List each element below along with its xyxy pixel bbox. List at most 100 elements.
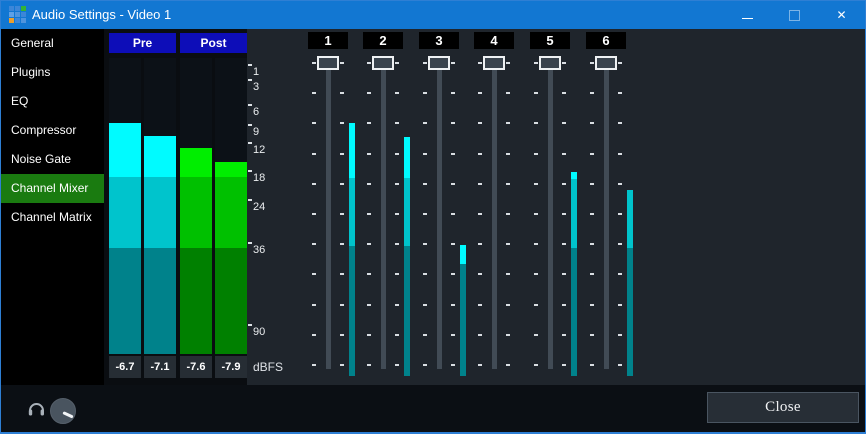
meter-bar-segment — [180, 148, 212, 177]
sidebar-item-eq[interactable]: EQ — [1, 87, 104, 116]
sidebar-item-channel-mixer[interactable]: Channel Mixer — [1, 174, 104, 203]
slider-tick — [506, 122, 510, 124]
logo-square — [21, 6, 26, 11]
slider-tick — [451, 304, 455, 306]
monitor-volume-knob[interactable] — [50, 398, 76, 424]
slider-tick — [506, 92, 510, 94]
channel-slider-track[interactable] — [492, 63, 497, 369]
scale-tick — [248, 124, 252, 126]
slider-tick — [534, 183, 538, 185]
slider-tick — [312, 364, 316, 366]
channel-meter-segment — [571, 172, 577, 179]
slider-tick — [562, 122, 566, 124]
slider-tick — [451, 92, 455, 94]
close-button[interactable]: Close — [707, 392, 859, 423]
slider-tick — [312, 122, 316, 124]
close-window-button[interactable]: ✕ — [818, 1, 865, 29]
channel-slider-handle[interactable] — [372, 56, 394, 70]
slider-tick — [423, 334, 427, 336]
slider-tick — [506, 364, 510, 366]
slider-tick — [590, 183, 594, 185]
slider-tick — [395, 364, 399, 366]
channel-slider-track[interactable] — [548, 63, 553, 369]
meter-value-pre-2: -7.1 — [144, 356, 176, 378]
channel-slider-handle[interactable] — [539, 56, 561, 70]
channel-slider-handle[interactable] — [317, 56, 339, 70]
maximize-button[interactable] — [771, 1, 818, 29]
slider-tick — [534, 122, 538, 124]
channel-header-3: 3 — [419, 32, 459, 49]
slider-tick — [534, 273, 538, 275]
slider-tick — [451, 213, 455, 215]
scale-label: 12 — [253, 143, 265, 157]
meter-bar-segment — [109, 248, 141, 354]
channel-slider-track[interactable] — [326, 63, 331, 369]
channel-header-2: 2 — [363, 32, 403, 49]
sidebar-item-noise-gate[interactable]: Noise Gate — [1, 145, 104, 174]
meter-column-post-2 — [215, 58, 247, 354]
sidebar-item-channel-matrix[interactable]: Channel Matrix — [1, 203, 104, 232]
scale-label: 9 — [253, 125, 259, 139]
slider-tick — [423, 183, 427, 185]
slider-tick — [590, 304, 594, 306]
sidebar-item-plugins[interactable]: Plugins — [1, 58, 104, 87]
slider-tick — [423, 364, 427, 366]
scale-tick — [248, 104, 252, 106]
sidebar-item-general[interactable]: General — [1, 29, 104, 58]
meter-bar-segment — [109, 177, 141, 248]
slider-tick — [367, 153, 371, 155]
slider-tick — [478, 334, 482, 336]
headphones-icon — [28, 401, 45, 416]
logo-square — [15, 12, 20, 17]
slider-tick — [534, 334, 538, 336]
slider-tick — [340, 153, 344, 155]
channel-slider-handle[interactable] — [428, 56, 450, 70]
slider-tick — [590, 243, 594, 245]
logo-square — [15, 6, 20, 11]
slider-tick — [451, 62, 455, 64]
scale-label: 24 — [253, 200, 265, 214]
meter-bar-segment — [215, 162, 247, 177]
channel-slider-handle[interactable] — [483, 56, 505, 70]
scale-label: 1 — [253, 65, 259, 79]
slider-tick — [506, 304, 510, 306]
scale-tick — [248, 64, 252, 66]
scale-label: 90 — [253, 325, 265, 339]
logo-square — [9, 6, 14, 11]
channel-meter-segment — [349, 178, 355, 246]
footer-bar: Close — [1, 385, 865, 433]
slider-tick — [367, 273, 371, 275]
slider-tick — [618, 183, 622, 185]
channel-slider-track[interactable] — [381, 63, 386, 369]
channel-slider-handle[interactable] — [595, 56, 617, 70]
meter-value-post-2: -7.9 — [215, 356, 247, 378]
slider-tick — [367, 62, 371, 64]
slider-tick — [367, 183, 371, 185]
slider-tick — [478, 122, 482, 124]
slider-tick — [562, 364, 566, 366]
channel-slider-track[interactable] — [604, 63, 609, 369]
channel-header-6: 6 — [586, 32, 626, 49]
slider-tick — [340, 334, 344, 336]
meter-column-pre-2 — [144, 58, 176, 354]
meter-value-post-1: -7.6 — [180, 356, 212, 378]
slider-tick — [395, 92, 399, 94]
meter-panel: Pre Post -6.7-7.1-7.6-7.9 — [104, 29, 247, 385]
slider-tick — [478, 273, 482, 275]
titlebar[interactable]: Audio Settings - Video 1 ✕ — [1, 1, 865, 29]
sidebar-item-compressor[interactable]: Compressor — [1, 116, 104, 145]
slider-tick — [451, 183, 455, 185]
minimize-button[interactable] — [724, 1, 771, 29]
channel-slider-track[interactable] — [437, 63, 442, 369]
meter-column-pre-1 — [109, 58, 141, 354]
slider-tick — [340, 62, 344, 64]
slider-tick — [367, 213, 371, 215]
slider-tick — [618, 153, 622, 155]
slider-tick — [340, 364, 344, 366]
scale-label: 36 — [253, 243, 265, 257]
slider-tick — [423, 213, 427, 215]
slider-tick — [506, 153, 510, 155]
slider-tick — [478, 304, 482, 306]
slider-tick — [618, 213, 622, 215]
slider-tick — [395, 122, 399, 124]
